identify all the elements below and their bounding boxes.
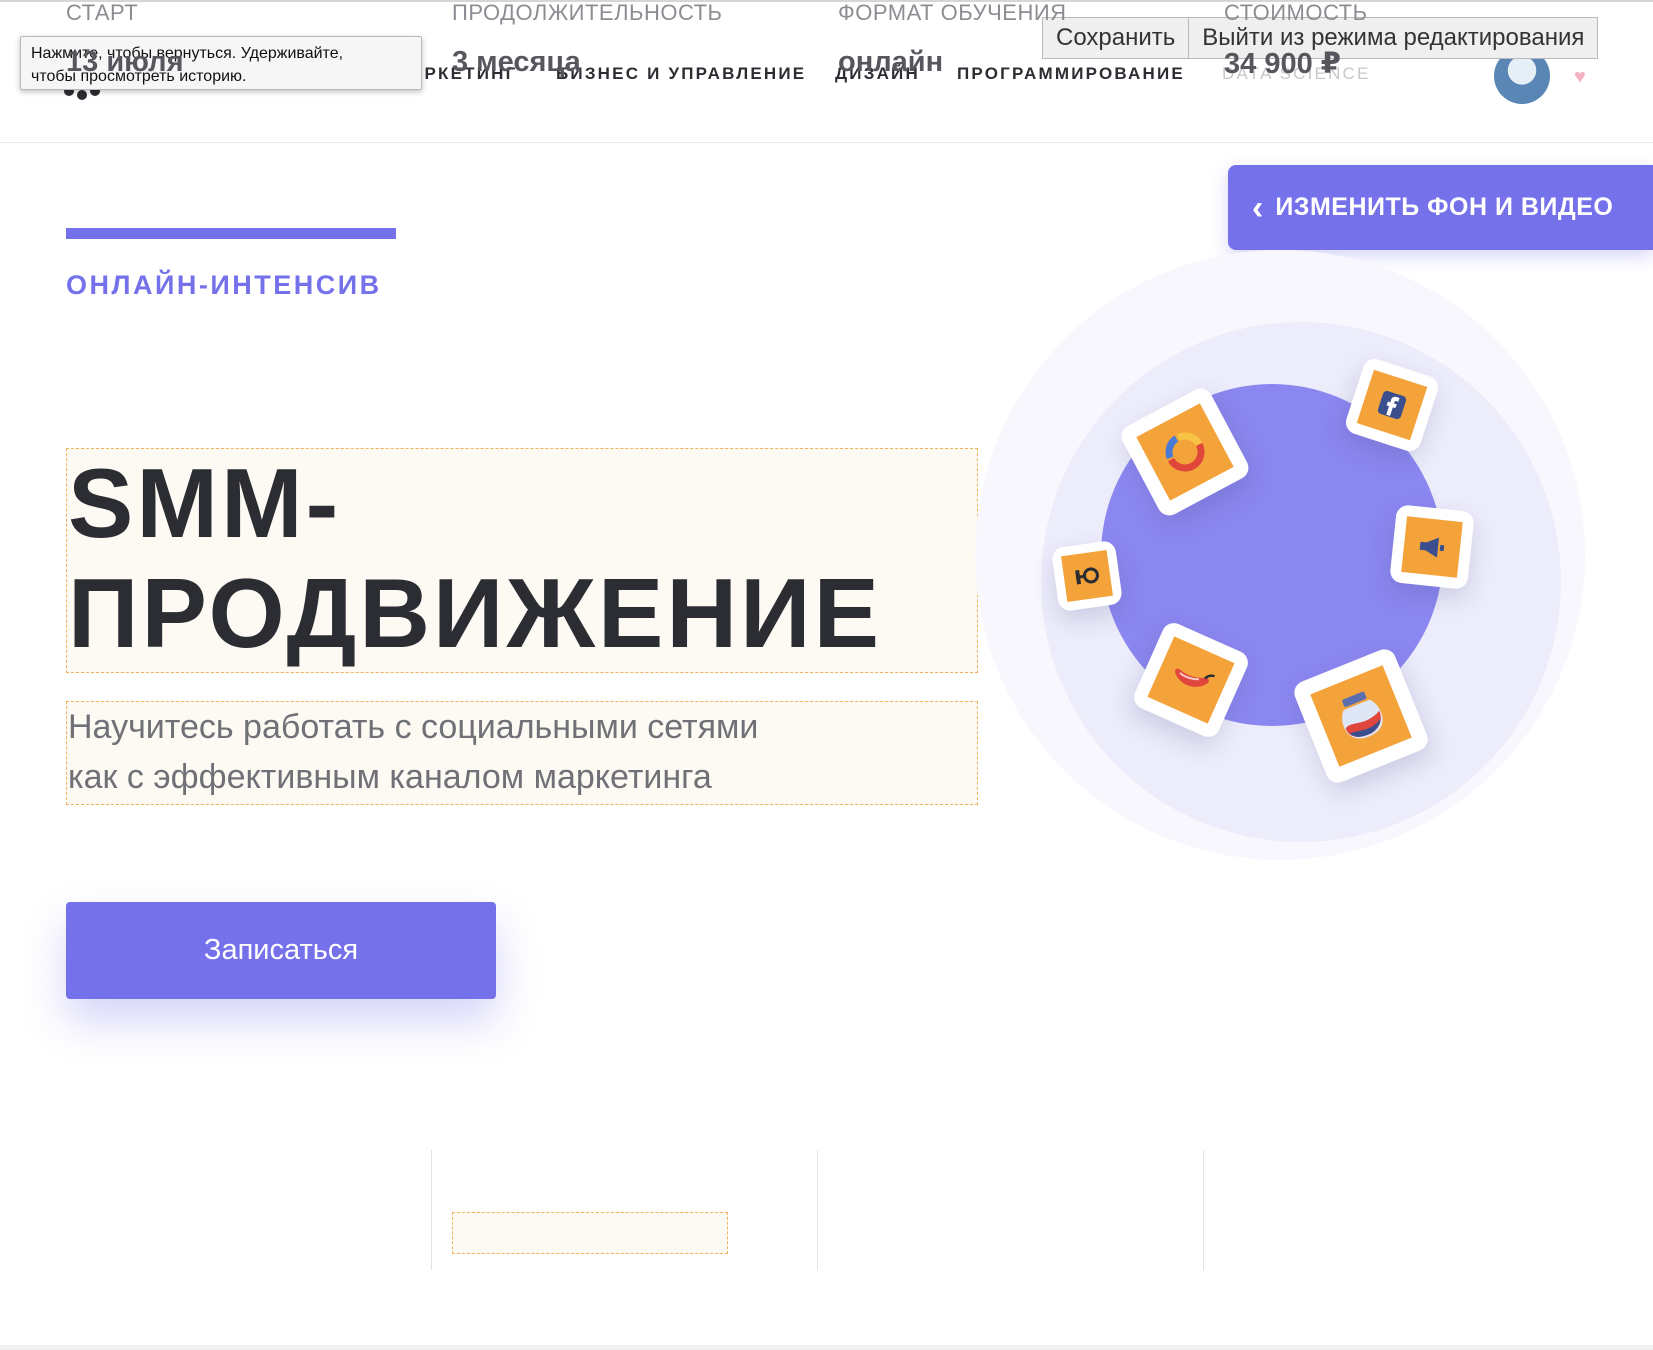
megaphone-icon — [1389, 504, 1475, 590]
change-background-button[interactable]: ‹ ИЗМЕНИТЬ ФОН И ВИДЕО — [1228, 165, 1653, 250]
yula-icon — [1050, 539, 1124, 613]
stat-start-value: 13 июля — [66, 46, 184, 78]
page-subtitle-line-2: как с эффективным каналом маркетинга — [68, 758, 712, 796]
stat-start: СТАРТ 13 июля — [66, 0, 184, 120]
signup-button[interactable]: Записаться — [66, 902, 496, 999]
page-subtitle-line-1: Научитесь работать с социальными сетями — [68, 708, 759, 746]
stat-divider — [1203, 1150, 1204, 1270]
page-subtitle[interactable]: Научитесь работать с социальными сетями … — [68, 702, 758, 802]
stat-price: СТОИМОСТЬ 34 900 ₽ — [1224, 0, 1368, 120]
stat-duration-value[interactable]: 3 месяца — [452, 46, 722, 79]
duration-edit-frame[interactable] — [452, 1212, 728, 1254]
stat-duration: ПРОДОЛЖИТЕЛЬНОСТЬ 3 месяца — [452, 0, 722, 120]
stat-divider — [431, 1150, 432, 1270]
hero-illustration — [975, 250, 1605, 880]
stat-format-value: онлайн — [838, 46, 944, 78]
stat-price-label: СТОИМОСТЬ — [1224, 0, 1368, 25]
change-background-label: ИЗМЕНИТЬ ФОН И ВИДЕО — [1275, 193, 1614, 221]
stat-duration-label: ПРОДОЛЖИТЕЛЬНОСТЬ — [452, 0, 723, 25]
chevron-left-icon: ‹ — [1252, 188, 1264, 227]
page-bottom-border — [0, 1345, 1653, 1350]
heart-icon[interactable]: ♥ — [1574, 66, 1586, 89]
page-title-line-2: ПРОДВИЖЕНИЕ — [68, 558, 882, 668]
stat-format: ФОРМАТ ОБУЧЕНИЯ онлайн — [838, 0, 1067, 120]
accent-bar — [66, 228, 396, 239]
stat-divider — [817, 1150, 818, 1270]
page-title-line-1: SMM- — [68, 448, 342, 558]
stat-start-label: СТАРТ — [66, 0, 139, 25]
stat-format-label: ФОРМАТ ОБУЧЕНИЯ — [838, 0, 1067, 25]
page-title[interactable]: SMM- ПРОДВИЖЕНИЕ — [68, 448, 882, 668]
course-type-label: ОНЛАЙН-ИНТЕНСИВ — [66, 270, 382, 300]
stat-price-value: 34 900 ₽ — [1224, 48, 1341, 80]
